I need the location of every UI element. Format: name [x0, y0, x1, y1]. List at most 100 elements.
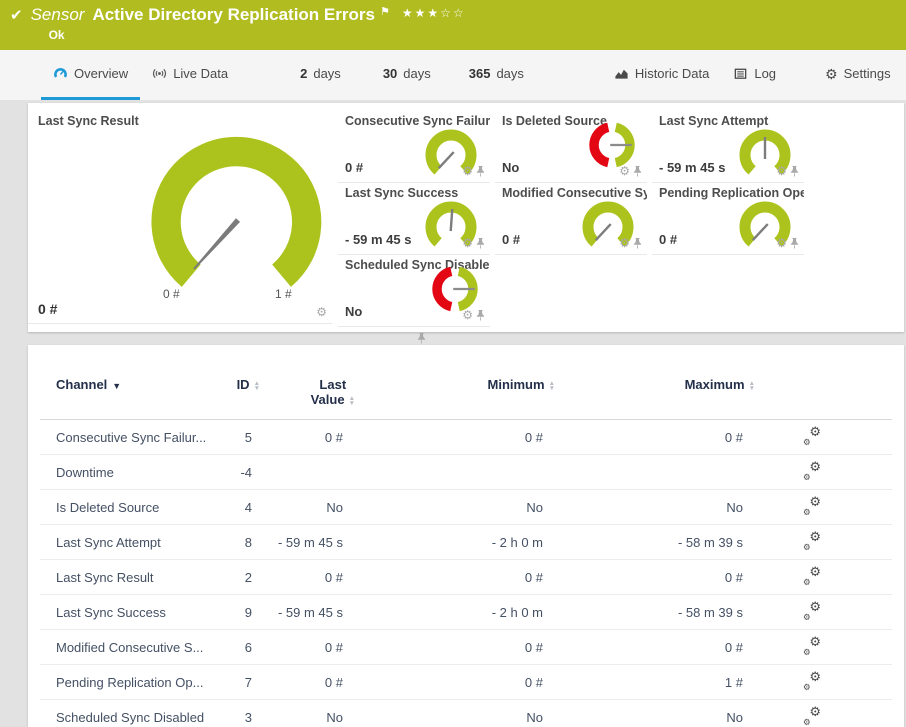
- column-header-maximum[interactable]: Maximum ▲ ▼: [555, 369, 755, 420]
- tab-settings[interactable]: ⚙ Settings: [813, 50, 903, 100]
- channel-id: 8: [244, 535, 252, 550]
- gauge-value: - 59 m 45 s: [345, 232, 412, 247]
- sensor-title: Active Directory Replication Errors: [92, 5, 375, 24]
- tab-label: Settings: [843, 66, 891, 81]
- channel-settings-icon[interactable]: ⚙ ⚙: [803, 635, 821, 656]
- flag-icon[interactable]: ⚑: [380, 6, 390, 19]
- gauge-last-sync-attempt: Last Sync Attempt - 59 m 45 s ⚙: [652, 111, 804, 183]
- tab-overview[interactable]: Overview: [41, 50, 141, 100]
- channel-settings-icon[interactable]: ⚙ ⚙: [803, 460, 821, 481]
- channel-id: 6: [244, 640, 252, 655]
- channel-name[interactable]: Modified Consecutive S...: [40, 630, 230, 665]
- maximum-value: 0 #: [724, 640, 743, 655]
- gear-icon[interactable]: ⚙: [462, 165, 473, 177]
- tab-30-days[interactable]: 30 days: [371, 50, 443, 100]
- last-value: [260, 455, 355, 490]
- channel-name[interactable]: Pending Replication Op...: [40, 665, 230, 700]
- pin-icon[interactable]: [476, 237, 485, 249]
- sensor-status-badge: Ok: [48, 28, 65, 42]
- gauge-title: Last Sync Result: [38, 114, 139, 128]
- gauge-value: - 59 m 45 s: [659, 160, 726, 175]
- channel-settings-icon[interactable]: ⚙ ⚙: [803, 530, 821, 551]
- channel-settings-icon[interactable]: ⚙ ⚙: [803, 565, 821, 586]
- maximum-value: - 58 m 39 s: [677, 535, 743, 550]
- settings-gear-icon: ⚙: [825, 65, 838, 82]
- maximum-value: 1 #: [724, 675, 743, 690]
- column-header-channel[interactable]: Channel ▼: [40, 369, 230, 420]
- table-row: Last Sync Attempt 8 - 59 m 45 s - 2 h 0 …: [40, 525, 892, 560]
- prtg-sensor-page: ✔ Sensor Active Directory Replication Er…: [0, 0, 906, 727]
- gear-icon[interactable]: ⚙: [776, 237, 787, 249]
- channel-settings-icon[interactable]: ⚙ ⚙: [803, 705, 821, 726]
- tab-2-days[interactable]: 2 days: [288, 50, 353, 100]
- gear-icon[interactable]: ⚙: [462, 237, 473, 249]
- gear-icon[interactable]: ⚙: [462, 309, 473, 321]
- gear-icon[interactable]: ⚙: [776, 165, 787, 177]
- pin-icon[interactable]: [790, 237, 799, 249]
- log-icon: [735, 68, 747, 79]
- gauge-pending-replication-operations: Pending Replication Operatio... 0 # ⚙: [652, 183, 804, 255]
- sort-desc-icon: ▼: [112, 381, 122, 391]
- gauge-consecutive-sync-failures: Consecutive Sync Failures 0 # ⚙: [338, 111, 490, 183]
- pin-icon[interactable]: [476, 165, 485, 177]
- gauge-is-deleted-source: Is Deleted Source No ⚙: [495, 111, 647, 183]
- last-value: - 59 m 45 s: [277, 605, 343, 620]
- channel-settings-icon[interactable]: ⚙ ⚙: [803, 670, 821, 691]
- tab-live-data[interactable]: Live Data: [140, 50, 240, 100]
- priority-stars[interactable]: ★★★☆☆: [402, 6, 466, 20]
- gear-icon[interactable]: ⚙: [619, 165, 630, 177]
- channel-settings-icon[interactable]: ⚙ ⚙: [803, 600, 821, 621]
- channel-settings-icon[interactable]: ⚙ ⚙: [803, 425, 821, 446]
- tab-label: Live Data: [173, 66, 229, 81]
- cell-actions: ⚙: [776, 165, 799, 177]
- channel-name[interactable]: Last Sync Result: [40, 560, 230, 595]
- tab-historic-data[interactable]: Historic Data: [602, 50, 721, 100]
- pin-icon[interactable]: [417, 332, 426, 344]
- channels-panel: Channel ▼ ID ▲ ▼ Last Value ▲ ▼ Minimum ▲ ▼ Maxi…: [28, 345, 904, 727]
- table-row: Scheduled Sync Disabled 3 No No No ⚙ ⚙: [40, 700, 892, 727]
- last-value: 0 #: [324, 675, 343, 690]
- gear-icon[interactable]: ⚙: [619, 237, 630, 249]
- channel-name[interactable]: Last Sync Success: [40, 595, 230, 630]
- column-header-id[interactable]: ID ▲ ▼: [230, 369, 260, 420]
- channel-name[interactable]: Is Deleted Source: [40, 490, 230, 525]
- tab-365-days[interactable]: 365 days: [457, 50, 536, 100]
- gauge-value: 0 #: [502, 232, 521, 247]
- channel-id: 4: [244, 500, 252, 515]
- channel-name[interactable]: Last Sync Attempt: [40, 525, 230, 560]
- gauge-last-sync-success: Last Sync Success - 59 m 45 s ⚙: [338, 183, 490, 255]
- channel-id: 9: [244, 605, 252, 620]
- tab-label: days: [313, 66, 341, 81]
- pin-icon[interactable]: [476, 309, 485, 321]
- tab-label: days: [496, 66, 524, 81]
- tab-log[interactable]: Log: [721, 50, 788, 100]
- channel-name[interactable]: Consecutive Sync Failur...: [40, 420, 230, 455]
- minimum-value: - 2 h 0 m: [491, 535, 543, 550]
- boolean-gauge: [432, 266, 478, 312]
- minimum-value: No: [526, 710, 543, 725]
- tab-bar: Overview Live Data 2 days 30 days 365 da…: [0, 50, 906, 100]
- gauge-value: 0 #: [345, 160, 364, 175]
- gauge-scale-min: 0 #: [163, 287, 180, 301]
- channel-name[interactable]: Downtime: [40, 455, 230, 490]
- pin-icon[interactable]: [633, 237, 642, 249]
- column-header-last-value[interactable]: Last Value ▲ ▼: [260, 369, 355, 420]
- channel-name[interactable]: Scheduled Sync Disabled: [40, 700, 230, 727]
- pin-icon[interactable]: [790, 165, 799, 177]
- channels-table: Channel ▼ ID ▲ ▼ Last Value ▲ ▼ Minimum ▲ ▼ Maxi…: [40, 369, 892, 727]
- cell-actions: ⚙: [776, 237, 799, 249]
- table-row: Consecutive Sync Failur... 5 0 # 0 # 0 #…: [40, 420, 892, 455]
- gauge-value: No: [345, 304, 363, 319]
- gauges-panel: Last Sync Result 0 # 1 # 0 # ⚙ Consecuti…: [28, 103, 904, 344]
- channel-id: 3: [244, 710, 252, 725]
- pin-icon[interactable]: [633, 165, 642, 177]
- last-value: 0 #: [324, 640, 343, 655]
- gear-icon[interactable]: ⚙: [316, 306, 327, 318]
- sort-icon: ▲ ▼: [548, 379, 555, 392]
- column-header-minimum[interactable]: Minimum ▲ ▼: [355, 369, 556, 420]
- last-value: 0 #: [324, 570, 343, 585]
- table-header-row: Channel ▼ ID ▲ ▼ Last Value ▲ ▼ Minimum ▲ ▼ Maxi…: [40, 369, 892, 420]
- table-row: Is Deleted Source 4 No No No ⚙ ⚙: [40, 490, 892, 525]
- cell-actions: ⚙: [462, 165, 485, 177]
- channel-settings-icon[interactable]: ⚙ ⚙: [803, 495, 821, 516]
